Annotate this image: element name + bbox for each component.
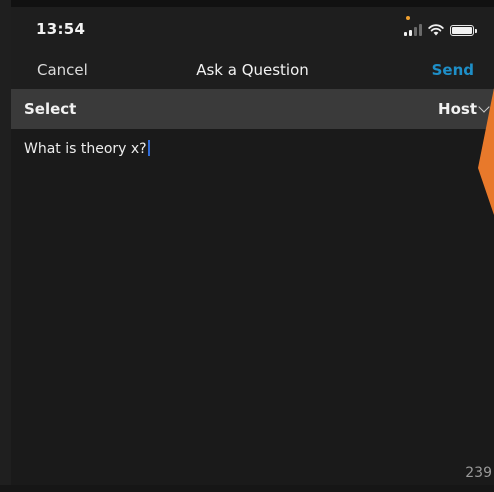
recipient-select-bar[interactable]: Select Host xyxy=(11,89,494,129)
chevron-down-icon xyxy=(478,101,490,113)
question-text-value: What is theory x? xyxy=(24,141,147,157)
phone-screen: 13:54 Cancel Ask a Question Send Select … xyxy=(11,7,494,485)
recipient-dropdown[interactable]: Host xyxy=(438,100,490,118)
nav-bar: Cancel Ask a Question Send xyxy=(11,51,494,89)
cellular-signal-icon xyxy=(404,24,422,36)
battery-icon xyxy=(450,25,477,36)
left-border xyxy=(0,0,11,492)
question-input[interactable]: What is theory x? 239 xyxy=(11,129,494,485)
wifi-icon xyxy=(428,24,444,36)
bottom-strip xyxy=(0,485,494,492)
character-count: 239 xyxy=(465,465,492,481)
text-caret xyxy=(147,140,150,156)
recipient-dropdown-value: Host xyxy=(438,100,477,118)
status-icons xyxy=(404,22,477,36)
page-title: Ask a Question xyxy=(196,61,309,79)
microphone-indicator-icon xyxy=(406,16,410,20)
select-label: Select xyxy=(24,100,77,118)
send-button[interactable]: Send xyxy=(432,61,474,79)
status-bar: 13:54 xyxy=(11,7,494,51)
status-time: 13:54 xyxy=(36,20,86,38)
screenshot-frame: 13:54 Cancel Ask a Question Send Select … xyxy=(0,0,494,492)
question-text: What is theory x? xyxy=(24,140,150,157)
